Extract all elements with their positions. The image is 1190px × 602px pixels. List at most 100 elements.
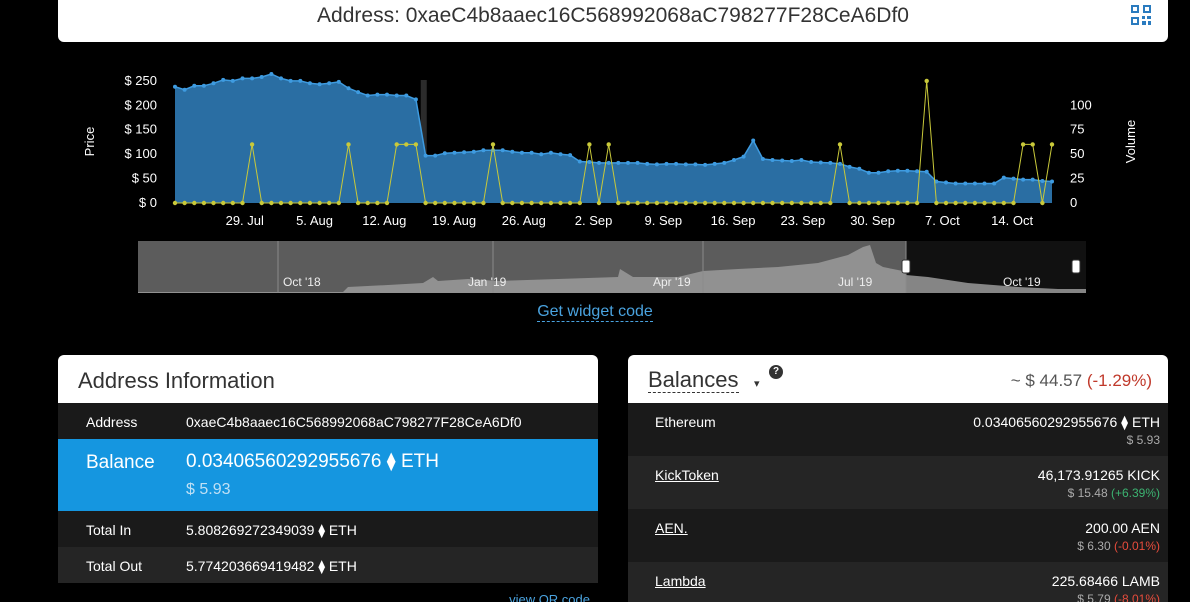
navigator-handle[interactable] [901, 259, 911, 274]
price-point [481, 148, 486, 153]
price-point [1030, 177, 1035, 182]
volume-point [519, 200, 525, 206]
view-qr-code-link[interactable]: view QR code [509, 592, 590, 602]
volume-point [943, 200, 949, 206]
volume-point [269, 200, 274, 206]
volume-point [336, 200, 341, 206]
price-point [327, 81, 332, 86]
token-usd: $ 5.79 (-8.01%) [1077, 592, 1160, 602]
volume-point [963, 200, 968, 206]
token-amount: 225.68466 LAMB [1051, 573, 1160, 589]
volume-point [780, 200, 785, 206]
y-tick-label: $ 100 [124, 146, 157, 161]
volume-point [365, 200, 370, 206]
token-change: (-0.01%) [1110, 539, 1160, 553]
price-point [307, 81, 312, 86]
balances-total: ~ $ 44.57 (-1.29%) [1011, 371, 1152, 391]
volume-point [683, 200, 688, 206]
price-point [712, 161, 717, 166]
address-header: Address: 0xaeC4b8aaec16C568992068aC79827… [58, 0, 1168, 42]
navigator-handle[interactable] [1071, 259, 1081, 274]
x-tick-label: 14. Oct [991, 213, 1033, 228]
price-point [336, 79, 341, 84]
price-point [760, 157, 765, 161]
token-usd: $ 5.93 [1127, 433, 1160, 447]
y-tick-label: $ 0 [139, 195, 157, 210]
price-point [732, 158, 736, 162]
price-point [346, 86, 351, 91]
token-name[interactable]: AEN. [655, 520, 688, 536]
price-volume-chart[interactable]: $ 0 $ 50 $ 100 $ 150 $ 200 $ 250 0 25 50 75 100 29.… [0, 60, 1190, 240]
y-tick-label: $ 50 [132, 171, 157, 186]
navigator-label: Oct '18 [283, 275, 321, 289]
volume-point [934, 200, 939, 206]
y2-tick-label: 25 [1070, 171, 1084, 186]
price-point [606, 160, 611, 165]
total-in-value-line: 5.808269272349039 ⧫ ETH [186, 522, 357, 539]
price-point [972, 181, 977, 186]
x-tick-label: 26. Aug [502, 213, 546, 228]
balance-row: Balance 0.03406560292955676 ⧫ ETH $ 5.93 [58, 439, 598, 511]
price-point [558, 152, 563, 157]
address-label: Address [86, 414, 138, 430]
balances-dropdown[interactable]: Balances [648, 368, 739, 393]
volume-point [461, 200, 467, 206]
volume-point [895, 200, 900, 206]
volume-point [558, 200, 563, 206]
address-value: 0xaeC4b8aaec16C568992068aC798277F28CeA6D… [186, 414, 522, 430]
price-point [828, 160, 833, 165]
volume-point [625, 200, 631, 206]
volume-point [645, 200, 650, 206]
balance-value: 0.03406560292955676 [186, 451, 382, 472]
help-icon[interactable]: ? [769, 365, 783, 379]
token-usd-value: $ 5.93 [1126, 433, 1160, 447]
volume-point [529, 200, 534, 206]
price-point [404, 93, 409, 98]
volume-point [327, 200, 332, 206]
price-point [365, 93, 370, 98]
price-point [423, 153, 428, 158]
token-change: (+6.39%) [1107, 486, 1160, 500]
navigator-label: Oct '19 [1003, 275, 1041, 289]
token-name[interactable]: KickToken [655, 467, 719, 483]
volume-point [712, 200, 717, 206]
volume-point [741, 200, 746, 206]
price-point [799, 158, 804, 162]
price-point [529, 150, 534, 155]
price-point [751, 138, 756, 143]
price-point [915, 169, 920, 174]
qr-code-icon[interactable] [1130, 4, 1152, 26]
price-area [175, 74, 1052, 203]
chevron-down-icon[interactable]: ▾ [754, 377, 760, 390]
range-navigator[interactable]: Oct '18 Jan '19 Apr '19 Jul '19 Oct '19 [138, 241, 1086, 293]
total-in-value: 5.808269272349039 [186, 522, 315, 538]
volume-point [384, 200, 390, 206]
price-point [288, 78, 293, 83]
page-root: Address: 0xaeC4b8aaec16C568992068aC79827… [0, 0, 1190, 602]
volume-point [567, 200, 573, 206]
get-widget-code-link[interactable]: Get widget code [537, 303, 653, 322]
volume-point [1001, 200, 1006, 206]
x-tick-label: 30. Sep [850, 213, 895, 228]
balances-panel: Balances ▾ ? ~ $ 44.57 (-1.29%) Ethereum… [628, 355, 1168, 602]
price-point [838, 161, 842, 166]
price-point [385, 92, 389, 97]
price-point [442, 151, 447, 156]
price-point [452, 150, 457, 155]
price-point [577, 159, 582, 164]
volume-point [278, 200, 284, 206]
volume-point [914, 200, 920, 206]
price-point [635, 160, 640, 165]
eth-icon: ⧫ [386, 451, 396, 471]
price-point [982, 181, 987, 186]
price-point [413, 97, 418, 102]
token-amount: 200.00 AEN [1085, 520, 1160, 536]
address-header-text: Address: 0xaeC4b8aaec16C568992068aC79827… [317, 4, 909, 27]
volume-point [548, 200, 554, 206]
price-point [587, 160, 592, 164]
price-point [626, 160, 630, 165]
token-name[interactable]: Lambda [655, 573, 706, 589]
address-info-header: Address Information [58, 355, 598, 403]
token-usd-value: $ 5.79 [1077, 592, 1111, 602]
volume-point [808, 200, 814, 206]
